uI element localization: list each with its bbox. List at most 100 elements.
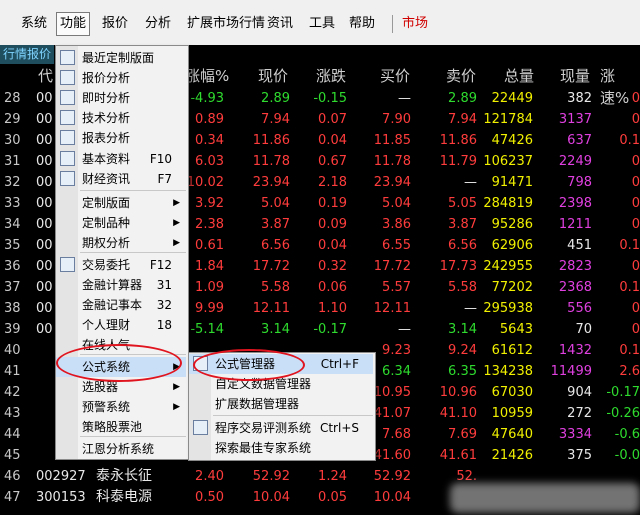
- cell-speed: -0.6: [614, 427, 640, 442]
- menu-analysis[interactable]: 分析: [142, 13, 174, 35]
- function-menu-item[interactable]: 即时分析: [56, 88, 186, 108]
- cell-change: 0.32: [318, 259, 347, 274]
- cell-row-index: 29: [4, 112, 21, 127]
- function-menu-item[interactable]: 预警系统 ▶: [56, 397, 186, 417]
- function-menu-item[interactable]: 定制版面 ▶: [56, 193, 186, 213]
- cell-total-volume: 121784: [483, 112, 533, 127]
- menu-item-label: 报表分析: [82, 131, 131, 145]
- header-buy[interactable]: 买价: [380, 65, 410, 87]
- cell-bid-price: 7.68: [382, 427, 411, 442]
- submenu-arrow-icon: ▶: [173, 402, 180, 412]
- menu-item-label: 金融记事本: [82, 298, 143, 312]
- cell-price: 5.58: [261, 280, 290, 295]
- cell-speed: 0.1: [619, 133, 640, 148]
- menu-item-label: 即时分析: [82, 91, 131, 105]
- cell-total-volume: 62906: [491, 238, 533, 253]
- function-menu-item[interactable]: 财经资讯 F7: [56, 169, 186, 189]
- cell-row-index: 38: [4, 301, 21, 316]
- cell-bid-price: 41.07: [373, 406, 411, 421]
- cell-row-index: 37: [4, 280, 21, 295]
- function-menu-item[interactable]: 报表分析: [56, 128, 186, 148]
- menu-item-label: 基本资料: [82, 152, 131, 166]
- cell-bid-price: 10.95: [373, 385, 411, 400]
- header-delta[interactable]: 涨跌: [316, 65, 346, 87]
- menu-news[interactable]: 资讯: [264, 13, 296, 35]
- submenu-arrow-icon: ▶: [173, 198, 180, 208]
- submenu-arrow-icon: ▶: [173, 238, 180, 248]
- function-menu-item[interactable]: 个人理财 18: [56, 315, 186, 335]
- function-menu-item[interactable]: 报价分析: [56, 68, 186, 88]
- menu-quote[interactable]: 报价: [99, 13, 131, 35]
- function-menu-item[interactable]: 期权分析 ▶: [56, 233, 186, 253]
- function-menu-item[interactable]: 技术分析: [56, 108, 186, 128]
- formula-submenu-item[interactable]: 探索最佳专家系统: [189, 438, 373, 458]
- cell-speed: 0.1: [619, 238, 640, 253]
- cell-total-volume: 47426: [491, 133, 533, 148]
- menu-item-label: 报价分析: [82, 71, 131, 85]
- menu-item-label: 最近定制版面: [82, 51, 155, 65]
- cell-speed: 0.1: [619, 343, 640, 358]
- cell-price: 3.87: [261, 217, 290, 232]
- cell-total-volume: 106237: [483, 154, 533, 169]
- cell-row-index: 45: [4, 448, 21, 463]
- cell-total-volume: 10959: [491, 406, 533, 421]
- menu-system[interactable]: 系统: [18, 13, 50, 35]
- cell-price: 3.14: [261, 322, 290, 337]
- function-menu-item[interactable]: 定制品种 ▶: [56, 213, 186, 233]
- menu-market[interactable]: 市场: [399, 13, 431, 35]
- menu-item-label: 程序交易评测系统: [215, 421, 312, 435]
- function-menu-item[interactable]: 策略股票池: [56, 417, 186, 437]
- menu-item-shortcut: Ctrl+F: [320, 357, 359, 371]
- header-volume[interactable]: 总量: [504, 65, 534, 87]
- function-menu-item[interactable]: 江恩分析系统: [56, 439, 186, 459]
- header-change-pct[interactable]: 涨幅%: [185, 65, 229, 87]
- cell-row-index: 32: [4, 175, 21, 190]
- menu-item-icon: [60, 110, 75, 125]
- cell-stock-name: 科泰电源: [96, 489, 152, 505]
- cell-ask-price: 17.73: [439, 259, 477, 274]
- menu-extended-market[interactable]: 扩展市场行情: [184, 13, 268, 35]
- cell-change: -0.15: [313, 91, 347, 106]
- header-code[interactable]: 代: [38, 65, 53, 87]
- menu-tools[interactable]: 工具: [306, 13, 338, 35]
- cell-row-index: 35: [4, 238, 21, 253]
- menu-function[interactable]: 功能: [56, 12, 91, 36]
- header-sell[interactable]: 卖价: [446, 65, 476, 87]
- cell-change-pct: 10.02: [186, 175, 224, 190]
- cell-current-volume: 1211: [558, 217, 592, 232]
- formula-submenu-item[interactable]: 程序交易评测系统 Ctrl+S: [189, 418, 373, 438]
- cell-current-volume: 2249: [558, 154, 592, 169]
- cell-bid-price: 5.04: [382, 196, 411, 211]
- function-menu-item[interactable]: 最近定制版面: [56, 48, 186, 68]
- cell-total-volume: 284819: [483, 196, 533, 211]
- cell-ask-price: 7.69: [448, 427, 477, 442]
- menu-item-shortcut: 31: [156, 278, 172, 292]
- cell-change-pct: 1.84: [195, 259, 224, 274]
- header-speed[interactable]: 涨速%: [600, 65, 640, 107]
- cell-speed: -0.0: [614, 448, 640, 463]
- cell-change-pct: 3.92: [195, 196, 224, 211]
- menu-item-icon: [60, 50, 75, 65]
- cell-bid-price: 9.23: [382, 343, 411, 358]
- cell-change: 0.04: [318, 133, 347, 148]
- header-current-volume[interactable]: 现量: [560, 65, 590, 87]
- highlight-ellipse-formula-system: [56, 344, 182, 382]
- cell-current-volume: 70: [575, 322, 592, 337]
- cell-current-volume: 382: [567, 91, 592, 106]
- header-price[interactable]: 现价: [258, 65, 288, 87]
- menu-help[interactable]: 帮助: [346, 13, 378, 35]
- submenu-arrow-icon: ▶: [173, 218, 180, 228]
- cell-bid-price: 5.57: [382, 280, 411, 295]
- cell-current-volume: 637: [567, 133, 592, 148]
- function-menu-item[interactable]: 金融计算器 31: [56, 275, 186, 295]
- cell-speed: -0.26: [606, 406, 640, 421]
- function-menu-item[interactable]: 交易委托 F12: [56, 255, 186, 275]
- tab-quotes[interactable]: 行情报价: [0, 45, 55, 64]
- cell-ask-price: 9.24: [448, 343, 477, 358]
- function-menu-item[interactable]: 基本资料 F10: [56, 149, 186, 169]
- cell-row-index: 39: [4, 322, 21, 337]
- menu-item-label: 预警系统: [82, 400, 131, 414]
- function-menu-item[interactable]: 金融记事本 32: [56, 295, 186, 315]
- cell-price: 11.86: [252, 133, 290, 148]
- formula-submenu-item[interactable]: 扩展数据管理器: [189, 394, 373, 414]
